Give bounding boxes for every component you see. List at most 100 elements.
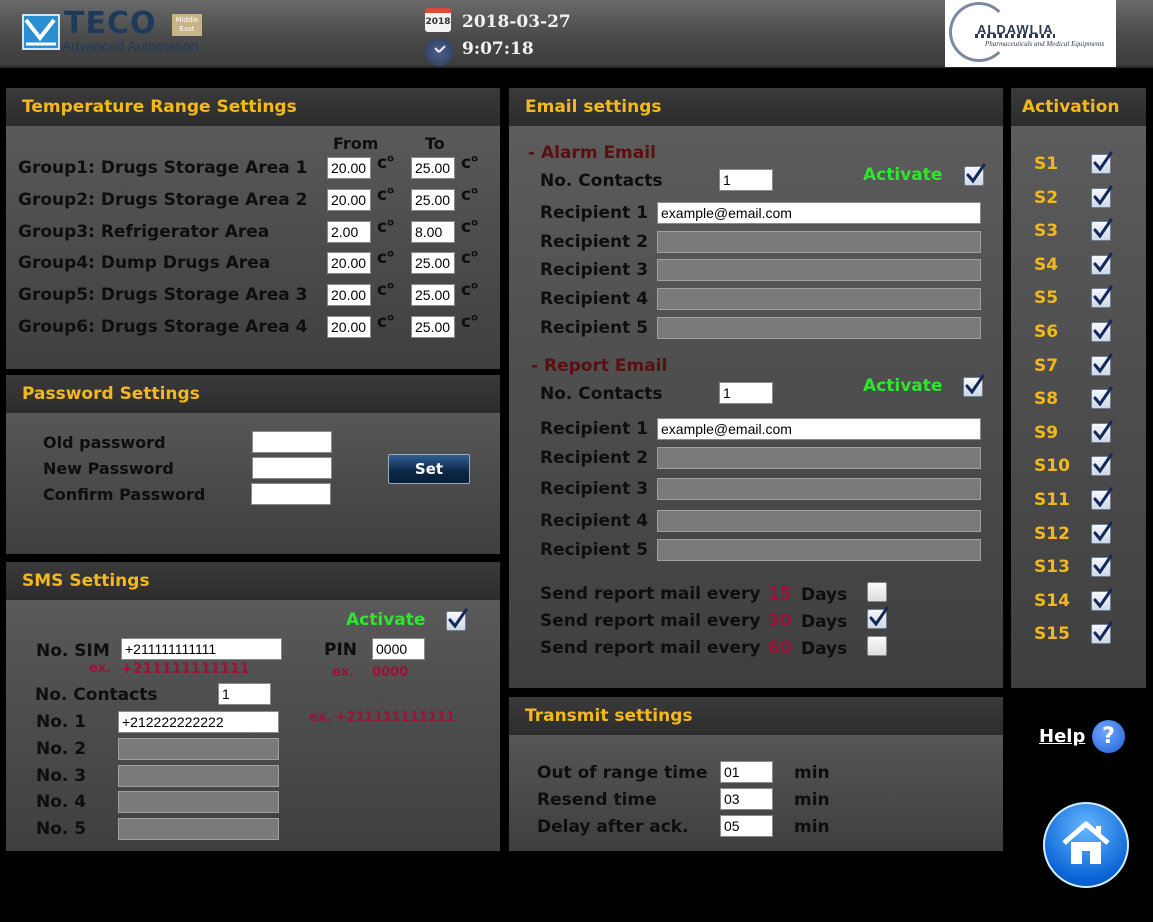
celsius-unit: co — [377, 153, 394, 173]
sensor-checkbox[interactable] — [1091, 353, 1113, 376]
report-interval-checkbox[interactable] — [867, 606, 889, 629]
alarm-recipient-field[interactable] — [657, 288, 981, 310]
alarm-recipient-field[interactable] — [657, 259, 981, 281]
sms-number-field[interactable] — [118, 818, 279, 841]
to-field[interactable]: 25.00 — [411, 188, 455, 211]
old-password-field[interactable] — [252, 431, 332, 453]
alarm-recipient-field[interactable] — [657, 317, 981, 339]
report-interval-checkbox[interactable] — [867, 582, 887, 602]
sensor-checkbox[interactable] — [1091, 521, 1113, 544]
sim-number-field[interactable]: +211111111111 — [121, 638, 282, 660]
min-unit-label: min — [794, 763, 830, 783]
sensor-checkbox[interactable] — [1091, 386, 1113, 410]
alarm-recipient-field[interactable] — [657, 231, 981, 253]
from-field[interactable]: 2.00 — [327, 220, 371, 243]
to-field[interactable]: 25.00 — [411, 284, 455, 307]
days-label: Days — [801, 612, 848, 632]
sensor-checkbox[interactable] — [1091, 218, 1113, 242]
report-interval-days: 60 — [768, 638, 792, 658]
alarm-contacts-field[interactable]: 1 — [719, 169, 773, 191]
sensor-checkbox[interactable] — [1091, 151, 1113, 174]
sensor-checkbox[interactable] — [1091, 554, 1113, 578]
from-field[interactable]: 20.00 — [327, 157, 371, 179]
from-field[interactable]: 20.00 — [327, 252, 371, 275]
question-icon[interactable]: ? — [1092, 720, 1125, 753]
report-recipient-field[interactable] — [657, 510, 981, 532]
sensor-checkbox[interactable] — [1091, 319, 1113, 342]
group-label: Group2: Drugs Storage Area 2 — [18, 189, 308, 210]
min-unit-label: min — [794, 790, 830, 810]
new-password-field[interactable] — [252, 457, 332, 479]
sensor-checkbox[interactable] — [1091, 588, 1113, 611]
sms-number-field[interactable] — [118, 764, 279, 787]
sms-number-field[interactable] — [118, 737, 279, 760]
from-field[interactable]: 20.00 — [327, 188, 371, 211]
sensor-label: S11 — [1034, 490, 1070, 510]
sensor-checkbox[interactable] — [1091, 252, 1113, 275]
transmit-field[interactable]: 03 — [720, 788, 773, 810]
home-icon — [1062, 821, 1110, 864]
days-label: Days — [801, 639, 848, 659]
sensor-label: S6 — [1034, 322, 1059, 342]
sms-number-label: No. 2 — [36, 738, 87, 759]
celsius-unit: co — [377, 248, 394, 269]
celsius-unit: co — [461, 280, 478, 301]
transmit-label: Out of range time — [537, 763, 708, 783]
to-column-header: To — [425, 134, 445, 153]
sms-activate-checkbox[interactable] — [446, 608, 468, 631]
sms-contacts-field[interactable]: 1 — [218, 683, 271, 705]
to-field[interactable]: 8.00 — [411, 220, 455, 243]
group-label: Group1: Drugs Storage Area 1 — [18, 158, 308, 178]
brand-tagline: Advanced Automation — [62, 38, 199, 54]
group-label: Group4: Dump Drugs Area — [18, 253, 271, 274]
sensor-label: S3 — [1034, 221, 1059, 242]
sms-activate-label: Activate — [346, 610, 426, 630]
report-interval-days: 30 — [768, 611, 792, 631]
alarm-activate-checkbox[interactable] — [964, 163, 986, 186]
report-interval-checkbox[interactable] — [867, 636, 887, 656]
report-activate-checkbox[interactable] — [963, 374, 985, 397]
to-field[interactable]: 25.00 — [411, 252, 455, 275]
sensor-label: S10 — [1034, 456, 1070, 477]
sim-example-value: +211111111111 — [121, 661, 250, 677]
pin-field[interactable]: 0000 — [372, 638, 425, 660]
from-field[interactable]: 20.00 — [327, 316, 371, 338]
alarm-recipient-field[interactable]: example@email.com — [657, 202, 981, 224]
sensor-checkbox[interactable] — [1091, 285, 1113, 309]
transmit-field[interactable]: 05 — [720, 815, 773, 837]
celsius-unit: co — [377, 312, 394, 332]
partner-tagline: Pharmaceuticals and Medical Equipments — [985, 40, 1105, 48]
sensor-checkbox[interactable] — [1091, 487, 1113, 510]
report-recipient-label: Recipient 1 — [540, 419, 649, 439]
sensor-checkbox[interactable] — [1091, 420, 1113, 443]
sms-panel-title: SMS Settings — [6, 562, 500, 600]
from-field[interactable]: 20.00 — [327, 284, 371, 307]
sensor-checkbox[interactable] — [1091, 453, 1113, 477]
transmit-field[interactable]: 01 — [720, 761, 773, 783]
to-field[interactable]: 25.00 — [411, 316, 455, 338]
confirm-password-label: Confirm Password — [43, 485, 206, 504]
sms-number-field[interactable]: +212222222222 — [118, 711, 279, 733]
report-activate-label: Activate — [863, 376, 943, 396]
report-recipient-field[interactable] — [657, 478, 981, 500]
sensor-checkbox[interactable] — [1091, 621, 1113, 645]
group-label: Group5: Drugs Storage Area 3 — [18, 285, 308, 306]
transmit-panel-title: Transmit settings — [509, 697, 1003, 735]
celsius-unit: co — [461, 153, 478, 173]
set-password-button[interactable]: Set — [388, 454, 470, 484]
report-recipient-label: Recipient 5 — [540, 540, 649, 560]
email-panel-title: Email settings — [509, 88, 1003, 126]
sms-number-field[interactable] — [118, 791, 279, 814]
report-recipient-field[interactable] — [657, 447, 981, 469]
celsius-unit: co — [461, 312, 478, 332]
report-contacts-field[interactable]: 1 — [719, 382, 773, 404]
min-unit-label: min — [794, 817, 830, 837]
help-link[interactable]: Help — [1039, 726, 1085, 747]
report-recipient-field[interactable]: example@email.com — [657, 418, 981, 440]
report-recipient-field[interactable] — [657, 539, 981, 561]
home-button[interactable] — [1043, 802, 1129, 888]
current-date: 2018-03-27 — [462, 12, 571, 32]
confirm-password-field[interactable] — [251, 483, 331, 505]
to-field[interactable]: 25.00 — [411, 157, 455, 179]
sensor-checkbox[interactable] — [1091, 185, 1113, 208]
